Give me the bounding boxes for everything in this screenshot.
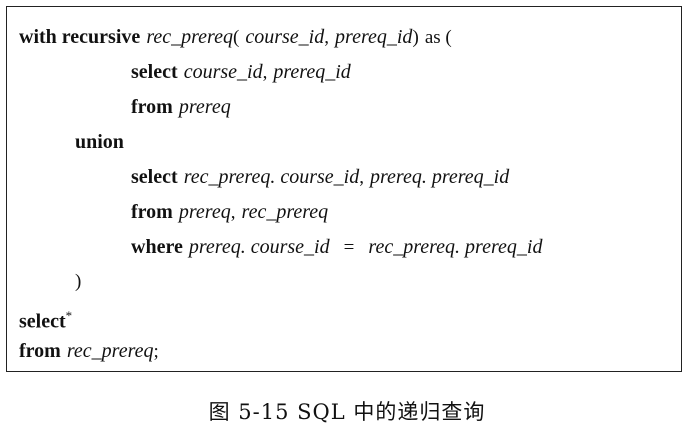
- code-line-9: select*: [19, 304, 72, 333]
- keyword-from: from: [131, 96, 173, 118]
- comma: ,: [262, 62, 268, 83]
- paren-open: (: [232, 27, 240, 48]
- paren-close: ): [412, 27, 419, 48]
- column-prereq-prereq-id: prereq. prereq_id: [370, 166, 510, 188]
- code-listing: with recursive rec_prereq( course_id, pr…: [6, 6, 682, 372]
- figure-caption: 图 5-15 SQL 中的递归查询: [208, 400, 486, 424]
- table-prereq: prereq: [178, 96, 231, 118]
- keyword-union: union: [75, 131, 124, 153]
- code-line-10: from rec_prereq;: [19, 339, 159, 364]
- equals-operator: =: [343, 237, 355, 258]
- keyword-from: from: [131, 201, 173, 223]
- column-prereq-course-id: prereq. course_id: [188, 236, 330, 258]
- keyword-from: from: [19, 340, 61, 362]
- code-line-7: where prereq. course_id = rec_prereq. pr…: [131, 235, 542, 260]
- column-rec-prereq-prereq-id: rec_prereq. prereq_id: [368, 236, 543, 258]
- table-rec-prereq: rec_prereq: [241, 201, 329, 223]
- column-course-id: course_id: [183, 61, 263, 83]
- code-line-1: with recursive rec_prereq( course_id, pr…: [19, 25, 452, 50]
- comma: ,: [359, 167, 364, 188]
- comma: ,: [230, 202, 236, 223]
- keyword-where: where: [131, 236, 183, 258]
- table-prereq: prereq: [178, 201, 231, 223]
- column-course-id: course_id: [245, 26, 325, 48]
- column-prereq-id: prereq_id: [335, 26, 413, 48]
- code-line-3: from prereq: [131, 95, 231, 119]
- semicolon: ;: [153, 341, 159, 362]
- star-operator: *: [65, 308, 73, 323]
- code-line-4: union: [75, 130, 124, 154]
- keyword-select: select: [19, 310, 66, 333]
- keyword-select: select: [131, 166, 178, 188]
- column-rec-prereq-course-id: rec_prereq. course_id: [183, 166, 360, 188]
- keyword-select: select: [131, 61, 178, 83]
- code-line-8: ): [75, 269, 81, 294]
- table-rec-prereq: rec_prereq: [66, 340, 154, 362]
- paren-close: ): [75, 271, 82, 292]
- code-line-2: select course_id, prereq_id: [131, 60, 351, 85]
- code-line-5: select rec_prereq. course_id, prereq. pr…: [131, 165, 509, 190]
- keyword-with-recursive: with recursive: [19, 26, 141, 48]
- column-prereq-id: prereq_id: [273, 61, 351, 83]
- cte-name: rec_prereq: [146, 26, 233, 48]
- keyword-as: as (: [424, 27, 452, 48]
- code-line-6: from prereq, rec_prereq: [131, 200, 328, 225]
- comma: ,: [324, 27, 329, 48]
